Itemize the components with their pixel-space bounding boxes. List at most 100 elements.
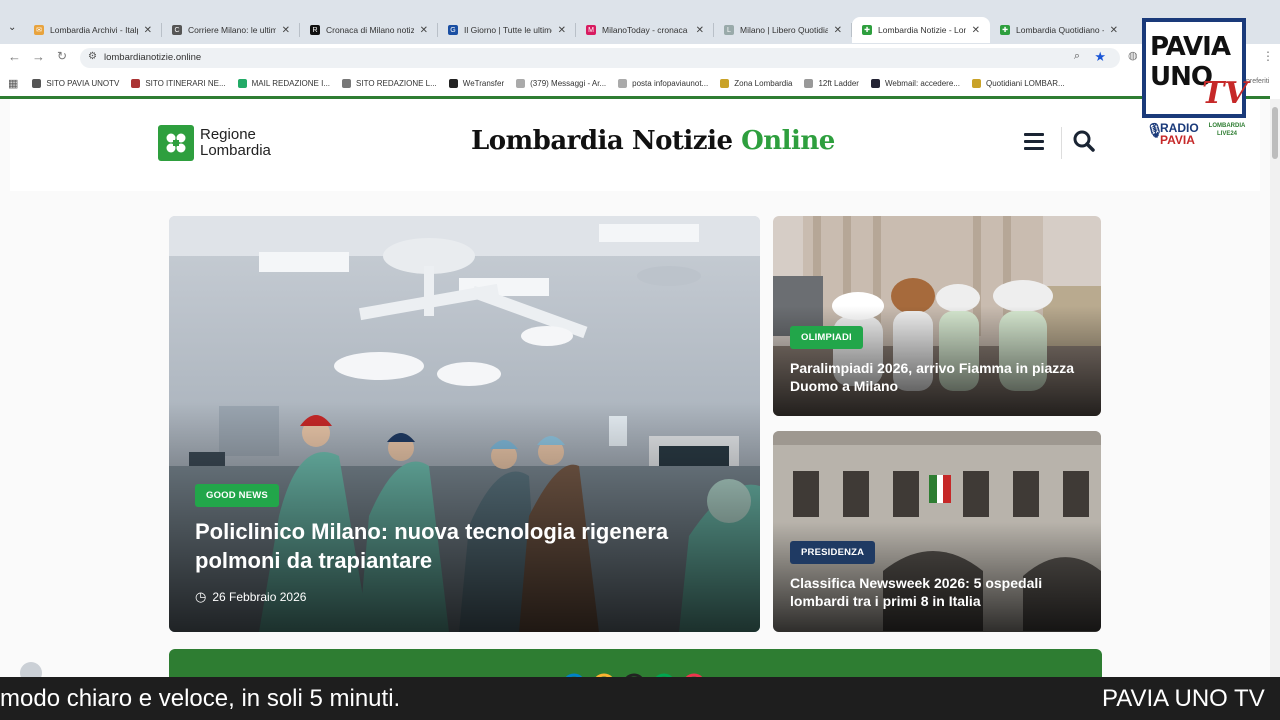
bookmark-item[interactable]: SITO ITINERARI NE...: [131, 78, 226, 88]
category-badge[interactable]: PRESIDENZA: [790, 541, 876, 564]
scrollbar-thumb[interactable]: [1272, 107, 1278, 159]
tab-favicon-icon: C: [172, 25, 182, 35]
article-date: ◷ 26 Febbraio 2026: [195, 589, 306, 605]
ticker-text: modo chiaro e veloce, in soli 5 minuti.: [0, 685, 401, 712]
bookmark-label: Zona Lombardia: [734, 78, 793, 88]
bookmark-favicon-icon: [971, 78, 981, 88]
tab-title: Milano | Libero Quotidian: [740, 25, 828, 35]
site-info-icon[interactable]: ⚙: [88, 51, 97, 62]
bookmark-label: Webmail: accedere...: [884, 78, 960, 88]
site-title-main: Lombardia Notizie: [471, 126, 733, 156]
folder-icon: [720, 78, 730, 88]
tab-title: MilanoToday - cronaca e: [602, 25, 690, 35]
logo-text: Regione Lombardia: [200, 126, 271, 159]
side-article-card[interactable]: PRESIDENZA Classifica Newsweek 2026: 5 o…: [773, 431, 1101, 632]
category-badge[interactable]: OLIMPIADI: [790, 326, 863, 349]
tab-title: Lombardia Archivi - Italp: [50, 25, 138, 35]
side-article-card[interactable]: OLIMPIADI Paralimpiadi 2026, arrivo Fiam…: [773, 216, 1101, 416]
article-date-text: 26 Febbraio 2026: [212, 590, 307, 604]
back-arrow-icon[interactable]: ←: [8, 49, 21, 64]
logo-tv: TV: [1202, 76, 1248, 111]
bookmark-label: SITO REDAZIONE L...: [356, 78, 437, 88]
tab-close-icon[interactable]: ✕: [282, 25, 290, 36]
bookmark-favicon-icon: [804, 78, 814, 88]
bookmark-item[interactable]: WeTransfer: [448, 78, 505, 88]
tab-favicon-icon: L: [724, 25, 734, 35]
article-title[interactable]: Classifica Newsweek 2026: 5 ospedali lom…: [790, 574, 1090, 610]
tab-favicon-icon: M: [586, 25, 596, 35]
tab-close-icon[interactable]: ✕: [144, 25, 152, 36]
tab-title: Lombardia Quotidiano -: [1016, 25, 1104, 35]
browser-tab[interactable]: C Corriere Milano: le ultime ✕: [162, 17, 300, 43]
browser-tab-active[interactable]: ✚ Lombardia Notizie - Lom ✕: [852, 17, 990, 43]
tab-title: Il Giorno | Tutte le ultime: [464, 25, 552, 35]
bookmark-item[interactable]: Webmail: accedere...: [870, 78, 960, 88]
bookmark-folder[interactable]: Zona Lombardia: [720, 78, 793, 88]
bookmark-label: WeTransfer: [462, 78, 505, 88]
paviauno-tv-logo: PAVIA UNO TV 🎙 RADIO PAVIA LOMBARDIA LIV…: [1142, 18, 1248, 152]
browser-tab[interactable]: L Milano | Libero Quotidian ✕: [714, 17, 852, 43]
bookmark-item[interactable]: 12ft Ladder: [804, 78, 859, 88]
logo-line1: PAVIA: [1150, 32, 1231, 62]
news-ticker: modo chiaro e veloce, in soli 5 minuti. …: [0, 677, 1280, 720]
address-toolbar: ← → ↻ ⚙ lombardianotizie.online ⌕ ★ ◍ ⋮: [0, 44, 1280, 72]
category-badge[interactable]: GOOD NEWS: [195, 484, 279, 507]
apps-grid-icon[interactable]: ▦: [8, 77, 18, 90]
bookmark-favicon-icon: [448, 78, 458, 88]
bookmark-label: posta infopaviaunot...: [632, 78, 709, 88]
bookmark-label: Quotidiani LOMBAR...: [985, 78, 1065, 88]
tab-close-icon[interactable]: ✕: [696, 25, 704, 36]
bookmark-favicon-icon: [342, 78, 352, 88]
search-icon[interactable]: [1072, 129, 1096, 153]
header-divider: [1061, 127, 1062, 159]
extension-shield-icon[interactable]: ◍: [1128, 49, 1138, 62]
site-title[interactable]: Lombardia Notizie Online: [471, 126, 835, 156]
browser-tab-strip: ⌄ ✉ Lombardia Archivi - Italp ✕ C Corrie…: [0, 0, 1280, 44]
tab-close-icon[interactable]: ✕: [420, 25, 428, 36]
forward-arrow-icon[interactable]: →: [32, 49, 45, 64]
browser-tab[interactable]: M MilanoToday - cronaca e ✕: [576, 17, 714, 43]
radio-pavia-logo: 🎙 RADIO PAVIA: [1146, 122, 1199, 146]
bookmark-favicon-icon: [618, 78, 628, 88]
browser-tab[interactable]: R Cronaca di Milano notizie ✕: [300, 17, 438, 43]
browser-tab[interactable]: ✉ Lombardia Archivi - Italp ✕: [24, 17, 162, 43]
featured-article-card[interactable]: GOOD NEWS Policlinico Milano: nuova tecn…: [169, 216, 760, 632]
bookmark-favicon-icon: [516, 78, 526, 88]
bookmarks-overflow[interactable]: preferiti: [1246, 78, 1269, 85]
bookmark-item[interactable]: (379) Messaggi - Ar...: [516, 78, 606, 88]
hamburger-menu-icon[interactable]: [1024, 133, 1044, 150]
bookmark-item[interactable]: SITO REDAZIONE L...: [342, 78, 437, 88]
bookmark-item[interactable]: posta infopaviaunot...: [618, 78, 709, 88]
browser-tab[interactable]: G Il Giorno | Tutte le ultime ✕: [438, 17, 576, 43]
bookmark-item[interactable]: Quotidiani LOMBAR...: [971, 78, 1065, 88]
browser-menu-icon[interactable]: ⋮: [1262, 49, 1274, 63]
tab-title: Cronaca di Milano notizie: [326, 25, 414, 35]
bookmark-item[interactable]: MAIL REDAZIONE I...: [237, 78, 330, 88]
page-scrollbar[interactable]: [1270, 99, 1280, 720]
bookmark-star-icon[interactable]: ★: [1094, 49, 1106, 65]
tab-close-icon[interactable]: ✕: [1110, 25, 1118, 36]
tab-title: Lombardia Notizie - Lom: [878, 25, 966, 35]
tab-title: Corriere Milano: le ultime: [188, 25, 276, 35]
lombardia-live-logo: LOMBARDIA LIVE24: [1208, 122, 1246, 148]
article-title[interactable]: Paralimpiadi 2026, arrivo Fiamma in piaz…: [790, 359, 1090, 395]
regione-lombardia-logo-icon[interactable]: [158, 125, 194, 161]
article-title[interactable]: Policlinico Milano: nuova tecnologia rig…: [195, 518, 745, 575]
reload-icon[interactable]: ↻: [57, 49, 67, 63]
address-url[interactable]: lombardianotizie.online: [104, 52, 201, 63]
bookmark-label: 12ft Ladder: [818, 78, 859, 88]
tab-close-icon[interactable]: ✕: [972, 25, 980, 36]
bookmark-item[interactable]: SITO PAVIA UNOTV: [32, 78, 119, 88]
tab-favicon-icon: ✚: [1000, 25, 1010, 35]
browser-tab[interactable]: ✚ Lombardia Quotidiano - ✕: [990, 17, 1128, 43]
regione-lombardia-logo-text[interactable]: Regione Lombardia: [200, 127, 310, 159]
zoom-icon[interactable]: ⌕: [1074, 50, 1080, 63]
address-bar[interactable]: ⚙ lombardianotizie.online ⌕ ★: [80, 48, 1120, 68]
bookmark-favicon-icon: [131, 78, 141, 88]
clock-icon: ◷: [195, 589, 207, 604]
tab-search-chevron-icon[interactable]: ⌄: [8, 22, 16, 33]
tab-close-icon[interactable]: ✕: [558, 25, 566, 36]
tab-favicon-icon: R: [310, 25, 320, 35]
tab-close-icon[interactable]: ✕: [834, 25, 842, 36]
ticker-brand: PAVIA UNO TV: [1090, 677, 1280, 720]
